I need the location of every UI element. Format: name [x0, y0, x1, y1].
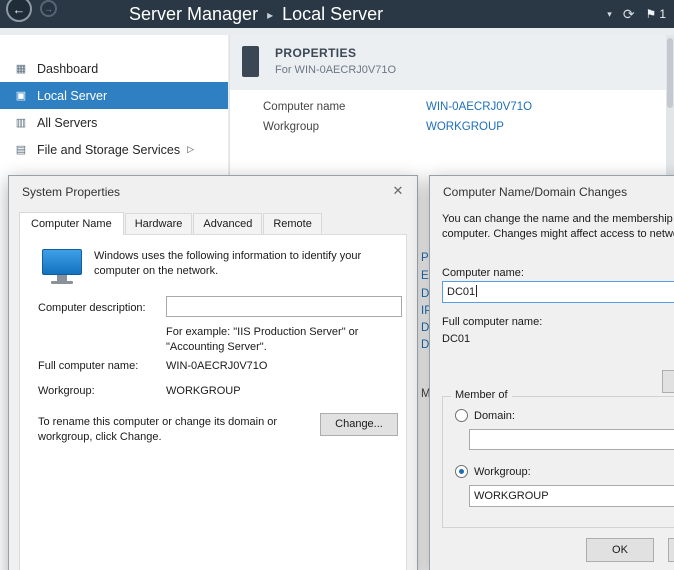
- computer-description-label: Computer description:: [38, 301, 146, 316]
- breadcrumb-separator-icon: ▸: [267, 8, 273, 22]
- breadcrumb: Server Manager ▸ Local Server: [129, 0, 383, 28]
- title-bar: ← → Server Manager ▸ Local Server ▾ ⟳ ⚑ …: [0, 0, 674, 28]
- sidebar-item-label: Local Server: [37, 89, 107, 103]
- dialog-title: System Properties: [22, 185, 120, 199]
- forward-arrow-icon: →: [44, 4, 53, 14]
- full-computer-name-label: Full computer name:: [38, 359, 138, 374]
- storage-icon: ▤: [13, 143, 29, 156]
- server-icon: ▣: [13, 89, 29, 102]
- domain-radio[interactable]: Domain:: [455, 409, 515, 422]
- monitor-icon: [40, 249, 84, 289]
- properties-subtitle: For WIN-0AECRJ0V71O: [275, 64, 396, 76]
- servers-icon: ▥: [13, 116, 29, 129]
- more-button-clipped[interactable]: [662, 370, 674, 393]
- properties-tile-icon: [242, 46, 259, 77]
- full-computer-name-label: Full computer name:: [442, 315, 542, 330]
- computer-name-domain-changes-dialog: Computer Name/Domain Changes You can cha…: [429, 175, 674, 570]
- computer-name-label: Computer name:: [442, 266, 524, 281]
- workgroup-radio[interactable]: Workgroup:: [455, 465, 531, 478]
- notifications-flag[interactable]: ⚑ 1: [646, 7, 666, 21]
- computer-name-input[interactable]: DC01: [442, 281, 674, 303]
- radio-unselected-icon: [455, 409, 468, 422]
- dialog-title: Computer Name/Domain Changes: [443, 185, 627, 199]
- property-label: Workgroup: [263, 121, 319, 133]
- refresh-icon[interactable]: ⟳: [623, 6, 635, 23]
- domain-input[interactable]: [469, 429, 674, 450]
- notification-count: 1: [659, 7, 666, 21]
- workgroup-value: WORKGROUP: [166, 384, 241, 399]
- sidebar-item-label: Dashboard: [37, 62, 98, 76]
- domain-radio-label: Domain:: [474, 410, 515, 422]
- text-caret: [476, 285, 477, 297]
- tab-hardware[interactable]: Hardware: [125, 213, 193, 234]
- forward-button[interactable]: →: [40, 0, 57, 17]
- computer-name-link[interactable]: WIN-0AECRJ0V71O: [426, 101, 532, 113]
- workgroup-label: Workgroup:: [38, 384, 95, 399]
- member-of-group: Member of Domain: Workgroup: WORKGROUP: [442, 396, 674, 528]
- sidebar-item-local-server[interactable]: ▣ Local Server: [0, 82, 228, 109]
- flag-icon: ⚑: [646, 7, 657, 21]
- chevron-down-icon[interactable]: ▾: [607, 9, 612, 20]
- full-computer-name-value: WIN-0AECRJ0V71O: [166, 359, 267, 374]
- radio-selected-icon: [455, 465, 468, 478]
- close-icon[interactable]: ✕: [385, 180, 411, 202]
- sidebar-item-all-servers[interactable]: ▥ All Servers: [0, 109, 228, 136]
- tab-computer-name[interactable]: Computer Name: [19, 212, 124, 235]
- intro-text: Windows uses the following information t…: [94, 249, 404, 279]
- breadcrumb-current-page: Local Server: [282, 4, 383, 25]
- workgroup-input[interactable]: WORKGROUP: [469, 485, 674, 507]
- example-text: For example: "IIS Production Server" or …: [166, 325, 378, 355]
- computer-name-input-value: DC01: [447, 286, 475, 298]
- rename-hint-text: To rename this computer or change its do…: [38, 415, 310, 445]
- computer-description-input[interactable]: [166, 296, 402, 317]
- workgroup-link[interactable]: WORKGROUP: [426, 121, 504, 133]
- sidebar-item-label: File and Storage Services: [37, 143, 180, 157]
- properties-tile-header: PROPERTIES For WIN-0AECRJ0V71O: [230, 35, 666, 90]
- system-properties-dialog: System Properties ✕ Computer Name Hardwa…: [8, 175, 418, 570]
- app-title: Server Manager: [129, 4, 258, 25]
- sidebar-item-label: All Servers: [37, 116, 97, 130]
- scrollbar-thumb[interactable]: [667, 38, 673, 108]
- tab-remote[interactable]: Remote: [263, 213, 322, 234]
- intro-text-line2: computer. Changes might affect access to…: [442, 227, 674, 242]
- sidebar-item-file-storage-services[interactable]: ▤ File and Storage Services ▷: [0, 136, 228, 163]
- computer-name-tab-page: Windows uses the following information t…: [19, 234, 407, 570]
- properties-title: PROPERTIES: [275, 46, 356, 60]
- property-label: Computer name: [263, 101, 345, 113]
- full-computer-name-value: DC01: [442, 332, 470, 347]
- tab-advanced[interactable]: Advanced: [193, 213, 262, 234]
- intro-text-line1: You can change the name and the membersh…: [442, 212, 674, 227]
- server-manager-window: ← → Server Manager ▸ Local Server ▾ ⟳ ⚑ …: [0, 0, 674, 570]
- tab-strip: Computer Name Hardware Advanced Remote: [19, 212, 323, 234]
- change-button[interactable]: Change...: [320, 413, 398, 436]
- back-arrow-icon: ←: [13, 2, 26, 17]
- member-of-label: Member of: [451, 389, 512, 401]
- back-button[interactable]: ←: [6, 0, 32, 22]
- cancel-button-clipped[interactable]: [668, 538, 674, 562]
- workgroup-input-value: WORKGROUP: [474, 490, 549, 502]
- dashboard-icon: ▦: [13, 62, 29, 75]
- expand-triangle-icon[interactable]: ▷: [187, 144, 194, 155]
- titlebar-actions: ▾ ⟳ ⚑ 1: [607, 0, 666, 28]
- workgroup-radio-label: Workgroup:: [474, 466, 531, 478]
- sidebar-item-dashboard[interactable]: ▦ Dashboard: [0, 55, 228, 82]
- ok-button[interactable]: OK: [586, 538, 654, 562]
